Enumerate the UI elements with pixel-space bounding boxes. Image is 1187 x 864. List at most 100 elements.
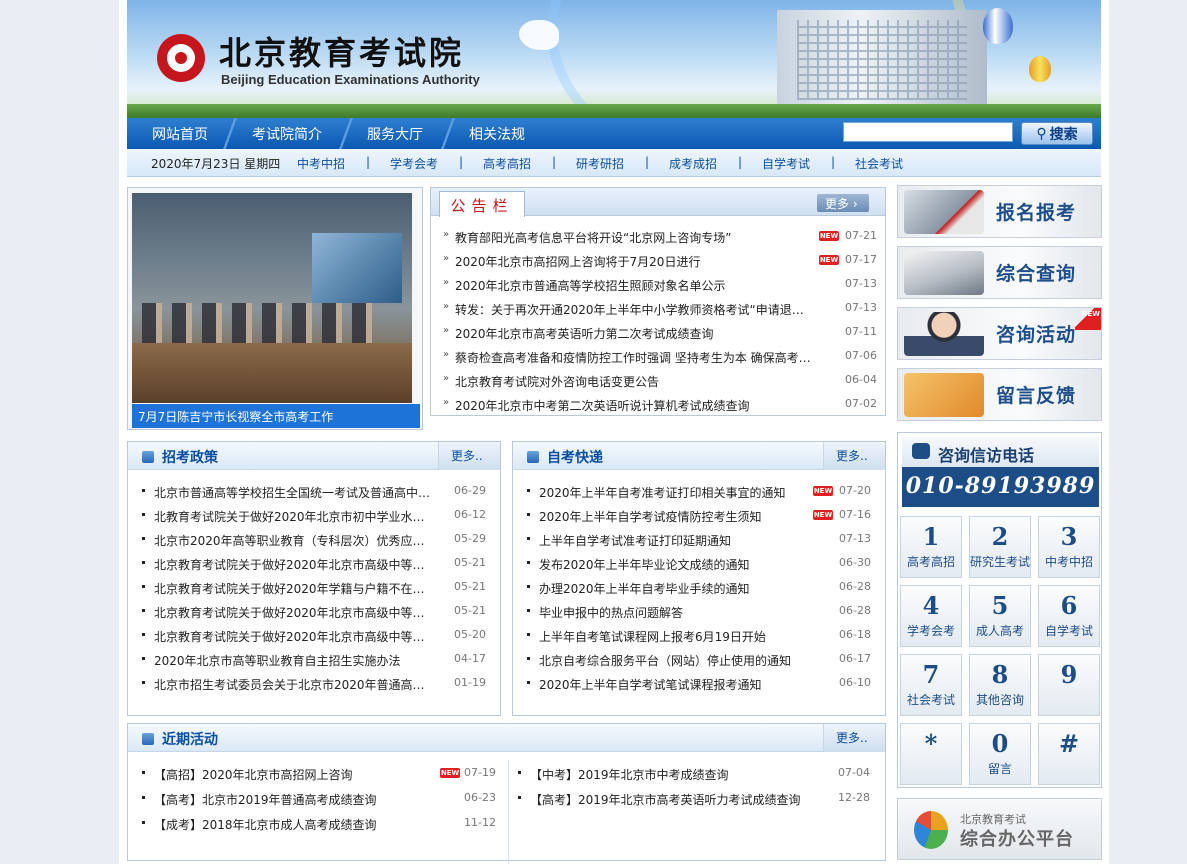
- selfexam-item-title[interactable]: 毕业申报中的热点问题解答: [539, 604, 819, 621]
- activity-item[interactable]: 【高考】2019年北京市高考英语听力考试成绩查询 12-28: [518, 791, 870, 815]
- activity-item-title[interactable]: 【高考】北京市2019年普通高考成绩查询: [154, 791, 434, 808]
- selfexam-item[interactable]: 发布2020年上半年毕业论文成绩的通知 06-30: [527, 556, 871, 580]
- subnav-link-gaokao[interactable]: 高考高招: [483, 155, 531, 172]
- policy-item-title[interactable]: 北京市招生考试委员会关于北京市2020年普通高等…: [154, 676, 434, 693]
- news-photo[interactable]: [132, 193, 412, 403]
- notice-item[interactable]: » 2020年北京市普通高等学校招生照顾对象名单公示 07-13: [443, 277, 877, 301]
- policy-more-link[interactable]: 更多..: [438, 442, 500, 470]
- selfexam-more-link[interactable]: 更多..: [823, 442, 885, 470]
- subnav-link-zixue[interactable]: 自学考试: [762, 155, 810, 172]
- policy-item-title[interactable]: 北京市普通高等学校招生全国统一考试及普通高中…: [154, 484, 434, 501]
- sidebar-button-consult[interactable]: 咨询活动 NEW: [897, 307, 1102, 360]
- policy-item[interactable]: 北京教育考试院关于做好2020年北京市高级中等学… 05-21: [142, 604, 486, 628]
- nav-service-hall[interactable]: 服务大厅: [367, 124, 423, 144]
- policy-item[interactable]: 北京教育考试院关于做好2020年北京市高级中等学… 05-21: [142, 556, 486, 580]
- selfexam-item[interactable]: 2020年上半年自考准考证打印相关事宜的通知 NEW 07-20: [527, 484, 871, 508]
- activity-item-title[interactable]: 【成考】2018年北京市成人高考成绩查询: [154, 816, 434, 833]
- notice-item-title[interactable]: 转发：关于再次开通2020年上半年中小学教师资格考试“申请退费…: [455, 301, 815, 318]
- photo-caption[interactable]: 7月7日陈吉宁市长视察全市高考工作: [132, 404, 420, 428]
- nav-home[interactable]: 网站首页: [152, 124, 208, 144]
- nav-regulations[interactable]: 相关法规: [469, 124, 525, 144]
- notice-tab[interactable]: 公告栏: [439, 191, 525, 217]
- activity-item-title[interactable]: 【高招】2020年北京市高招网上咨询: [154, 766, 434, 783]
- subnav-link-chengkao[interactable]: 成考成招: [669, 155, 717, 172]
- policy-item-title[interactable]: 2020年北京市高等职业教育自主招生实施办法: [154, 652, 434, 669]
- subnav-link-xuekao[interactable]: 学考会考: [390, 155, 438, 172]
- subnav-link-zhongkao[interactable]: 中考中招: [297, 155, 345, 172]
- selfexam-item-title[interactable]: 北京自考综合服务平台（网站）停止使用的通知: [539, 652, 819, 669]
- policy-item-title[interactable]: 北京教育考试院关于做好2020年北京市高级中等学…: [154, 628, 434, 645]
- selfexam-title[interactable]: 自考快递: [547, 447, 603, 467]
- notice-more-button[interactable]: 更多 ›: [817, 194, 869, 212]
- logo-title[interactable]: 北京教育考试院: [219, 28, 464, 74]
- notice-item[interactable]: » 北京教育考试院对外咨询电话变更公告 06-04: [443, 373, 877, 397]
- policy-item-title[interactable]: 北京教育考试院关于做好2020年北京市高级中等学…: [154, 556, 434, 573]
- sidebar-button-query[interactable]: 综合查询: [897, 246, 1102, 299]
- search-input[interactable]: [843, 122, 1013, 142]
- notice-item[interactable]: » 教育部阳光高考信息平台将开设“北京网上咨询专场” NEW 07-21: [443, 229, 877, 253]
- activity-item-title[interactable]: 【中考】2019年北京市中考成绩查询: [530, 766, 820, 783]
- notice-item[interactable]: » 蔡奇检查高考准备和疫情防控工作时强调 坚持考生为本 确保高考… 07-06: [443, 349, 877, 373]
- policy-item[interactable]: 北京市普通高等学校招生全国统一考试及普通高中… 06-29: [142, 484, 486, 508]
- selfexam-item-title[interactable]: 上半年自考笔试课程网上报考6月19日开始: [539, 628, 819, 645]
- notice-item-title[interactable]: 2020年北京市中考第二次英语听说计算机考试成绩查询: [455, 397, 815, 414]
- policy-item[interactable]: 北京市2020年高等职业教育（专科层次）优秀应届… 05-29: [142, 532, 486, 556]
- activity-item[interactable]: 【中考】2019年北京市中考成绩查询 07-04: [518, 766, 870, 790]
- notice-item-title[interactable]: 北京教育考试院对外咨询电话变更公告: [455, 373, 815, 390]
- keypad-key-5[interactable]: 5 成人高考: [969, 585, 1031, 647]
- policy-title[interactable]: 招考政策: [162, 447, 218, 467]
- activity-item-title[interactable]: 【高考】2019年北京市高考英语听力考试成绩查询: [530, 791, 820, 808]
- selfexam-item[interactable]: 上半年自考笔试课程网上报考6月19日开始 06-18: [527, 628, 871, 652]
- notice-item[interactable]: » 2020年北京市中考第二次英语听说计算机考试成绩查询 07-02: [443, 397, 877, 421]
- sidebar-button-feedback[interactable]: 留言反馈: [897, 368, 1102, 421]
- activities-title[interactable]: 近期活动: [162, 729, 218, 749]
- subnav-link-shehui[interactable]: 社会考试: [855, 155, 903, 172]
- policy-item[interactable]: 2020年北京市高等职业教育自主招生实施办法 04-17: [142, 652, 486, 676]
- keypad-key-2[interactable]: 2 研究生考试: [969, 516, 1031, 578]
- policy-item[interactable]: 北京市招生考试委员会关于北京市2020年普通高等… 01-19: [142, 676, 486, 700]
- selfexam-item-title[interactable]: 2020年上半年自考准考证打印相关事宜的通知: [539, 484, 819, 501]
- sidebar-button-registration[interactable]: 报名报考: [897, 185, 1102, 238]
- activities-more-link[interactable]: 更多..: [823, 724, 885, 752]
- notice-item-title[interactable]: 2020年北京市高考英语听力第二次考试成绩查询: [455, 325, 815, 342]
- notice-item-title[interactable]: 2020年北京市普通高等学校招生照顾对象名单公示: [455, 277, 815, 294]
- policy-item-title[interactable]: 北教育考试院关于做好2020年北京市初中学业水平…: [154, 508, 434, 525]
- notice-item[interactable]: » 2020年北京市高招网上咨询将于7月20日进行 NEW 07-17: [443, 253, 877, 277]
- selfexam-item-title[interactable]: 发布2020年上半年毕业论文成绩的通知: [539, 556, 819, 573]
- activity-item[interactable]: 【高招】2020年北京市高招网上咨询 NEW 07-19: [142, 766, 496, 790]
- keypad-key-8[interactable]: 8 其他咨询: [969, 654, 1031, 716]
- subnav-link-yankao[interactable]: 研考研招: [576, 155, 624, 172]
- selfexam-item[interactable]: 办理2020年上半年自考毕业手续的通知 06-28: [527, 580, 871, 604]
- selfexam-item-title[interactable]: 2020年上半年自学考试疫情防控考生须知: [539, 508, 819, 525]
- policy-item[interactable]: 北京教育考试院关于做好2020年学籍与户籍不在同… 05-21: [142, 580, 486, 604]
- keypad-key-1[interactable]: 1 高考高招: [900, 516, 962, 578]
- keypad-key-hash[interactable]: #: [1038, 723, 1100, 785]
- selfexam-item[interactable]: 2020年上半年自学考试笔试课程报考通知 06-10: [527, 676, 871, 700]
- policy-item[interactable]: 北教育考试院关于做好2020年北京市初中学业水平… 06-12: [142, 508, 486, 532]
- keypad-key-3[interactable]: 3 中考中招: [1038, 516, 1100, 578]
- notice-item-title[interactable]: 2020年北京市高招网上咨询将于7月20日进行: [455, 253, 815, 270]
- notice-item[interactable]: » 2020年北京市高考英语听力第二次考试成绩查询 07-11: [443, 325, 877, 349]
- keypad-key-6[interactable]: 6 自学考试: [1038, 585, 1100, 647]
- search-button[interactable]: ⚲ 搜索: [1021, 122, 1093, 145]
- activity-item[interactable]: 【高考】北京市2019年普通高考成绩查询 06-23: [142, 791, 496, 815]
- policy-item-title[interactable]: 北京教育考试院关于做好2020年学籍与户籍不在同…: [154, 580, 434, 597]
- keypad-key-9[interactable]: 9: [1038, 654, 1100, 716]
- keypad-key-4[interactable]: 4 学考会考: [900, 585, 962, 647]
- selfexam-item[interactable]: 毕业申报中的热点问题解答 06-28: [527, 604, 871, 628]
- notice-item-title[interactable]: 蔡奇检查高考准备和疫情防控工作时强调 坚持考生为本 确保高考…: [455, 349, 815, 366]
- logo-icon[interactable]: [157, 34, 205, 82]
- policy-item-title[interactable]: 北京市2020年高等职业教育（专科层次）优秀应届…: [154, 532, 434, 549]
- selfexam-item[interactable]: 北京自考综合服务平台（网站）停止使用的通知 06-17: [527, 652, 871, 676]
- selfexam-item-title[interactable]: 上半年自学考试准考证打印延期通知: [539, 532, 819, 549]
- policy-item[interactable]: 北京教育考试院关于做好2020年北京市高级中等学… 05-20: [142, 628, 486, 652]
- nav-about[interactable]: 考试院简介: [252, 124, 322, 144]
- policy-item-title[interactable]: 北京教育考试院关于做好2020年北京市高级中等学…: [154, 604, 434, 621]
- notice-item[interactable]: » 转发：关于再次开通2020年上半年中小学教师资格考试“申请退费… 07-13: [443, 301, 877, 325]
- keypad-key-7[interactable]: 7 社会考试: [900, 654, 962, 716]
- selfexam-item[interactable]: 2020年上半年自学考试疫情防控考生须知 NEW 07-16: [527, 508, 871, 532]
- notice-item-title[interactable]: 教育部阳光高考信息平台将开设“北京网上咨询专场”: [455, 229, 815, 246]
- selfexam-item-title[interactable]: 办理2020年上半年自考毕业手续的通知: [539, 580, 819, 597]
- selfexam-item-title[interactable]: 2020年上半年自学考试笔试课程报考通知: [539, 676, 819, 693]
- activity-item[interactable]: 【成考】2018年北京市成人高考成绩查询 11-12: [142, 816, 496, 840]
